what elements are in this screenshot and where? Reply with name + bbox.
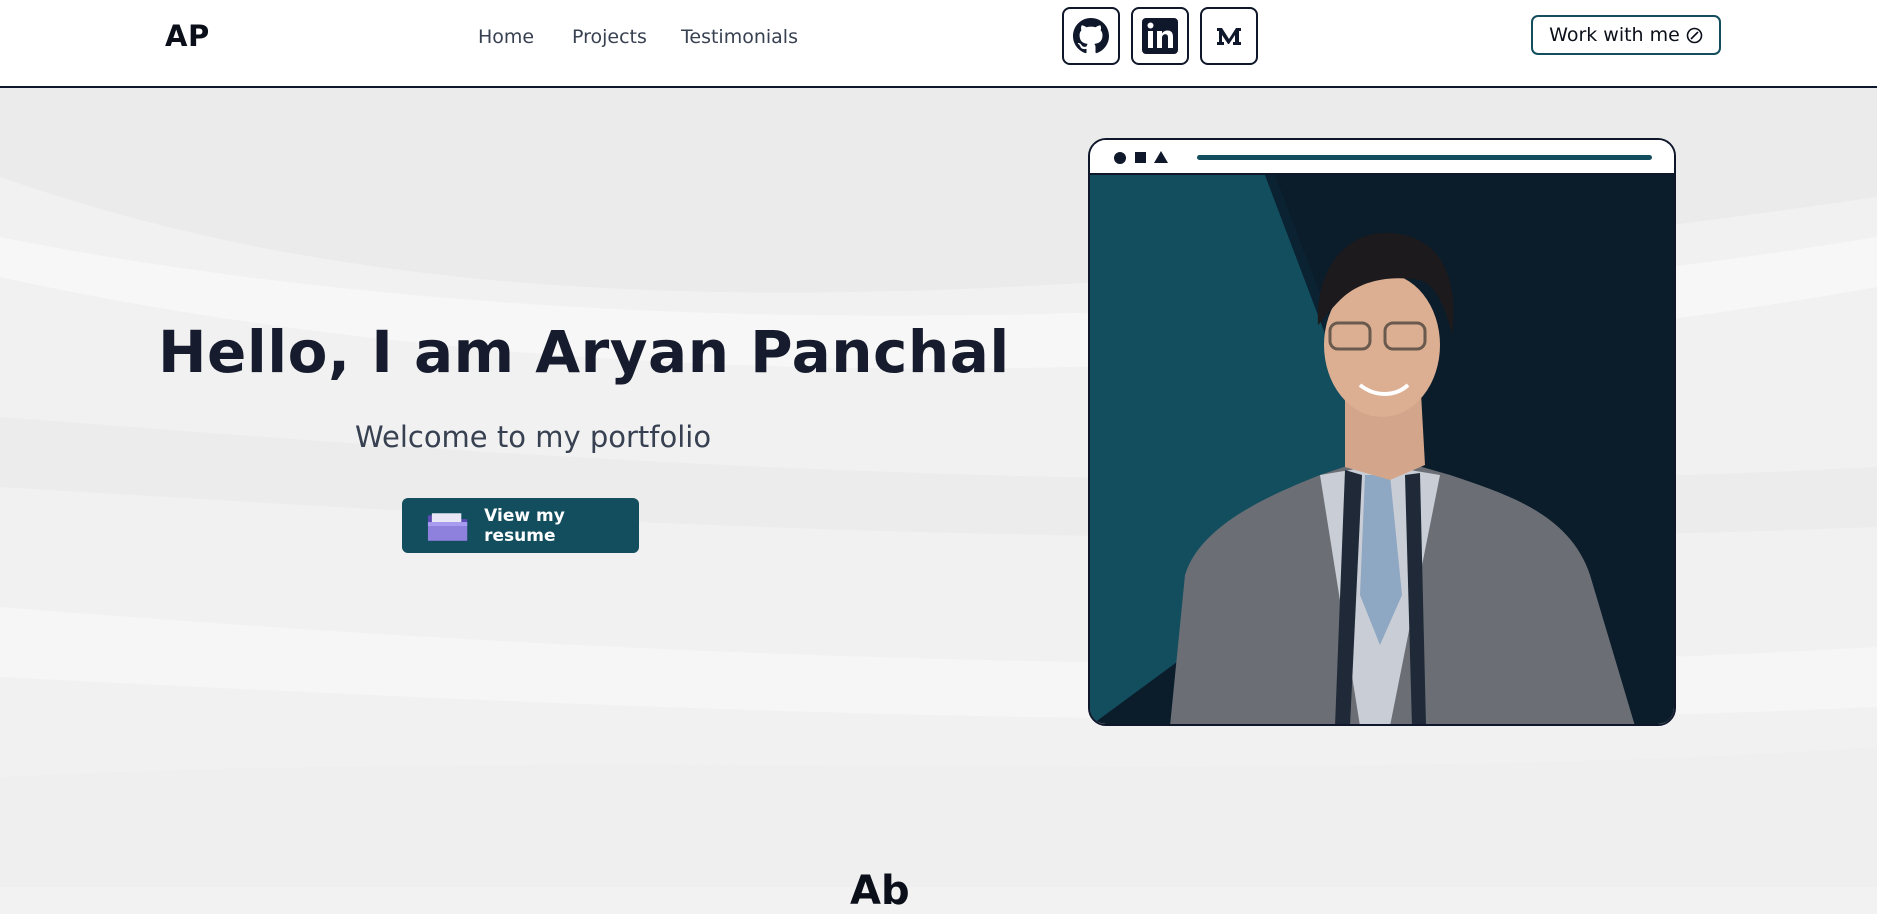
window-progress-bar xyxy=(1197,155,1652,160)
medium-link[interactable] xyxy=(1200,7,1258,65)
circle-icon xyxy=(1114,152,1126,164)
hero-subtitle: Welcome to my portfolio xyxy=(355,420,712,454)
folder-icon xyxy=(427,512,468,541)
medium-icon xyxy=(1217,28,1241,45)
hero-title: Hello, I am Aryan Panchal xyxy=(158,318,1010,386)
nav-home-link[interactable]: Home xyxy=(478,26,534,48)
work-with-me-label: Work with me xyxy=(1549,24,1680,46)
linkedin-icon xyxy=(1142,18,1178,54)
view-resume-label: View my resume xyxy=(484,505,565,546)
nav-projects-link[interactable]: Projects xyxy=(572,26,647,48)
github-link[interactable] xyxy=(1062,7,1120,65)
next-section-heading: Ab xyxy=(850,868,910,914)
compass-icon xyxy=(1686,27,1703,43)
window-titlebar xyxy=(1090,140,1674,175)
linkedin-link[interactable] xyxy=(1131,7,1189,65)
nav-testimonials-link[interactable]: Testimonials xyxy=(681,26,798,48)
triangle-icon xyxy=(1154,151,1168,163)
site-logo[interactable]: AP xyxy=(165,19,210,53)
view-resume-button[interactable]: View my resume xyxy=(402,498,639,553)
profile-photo-window xyxy=(1088,138,1676,726)
work-with-me-button[interactable]: Work with me xyxy=(1531,15,1721,55)
github-icon xyxy=(1073,18,1109,54)
site-header: AP Home Projects Testimonials Work with … xyxy=(0,0,1877,88)
square-icon xyxy=(1135,152,1146,163)
profile-photo xyxy=(1090,175,1674,724)
